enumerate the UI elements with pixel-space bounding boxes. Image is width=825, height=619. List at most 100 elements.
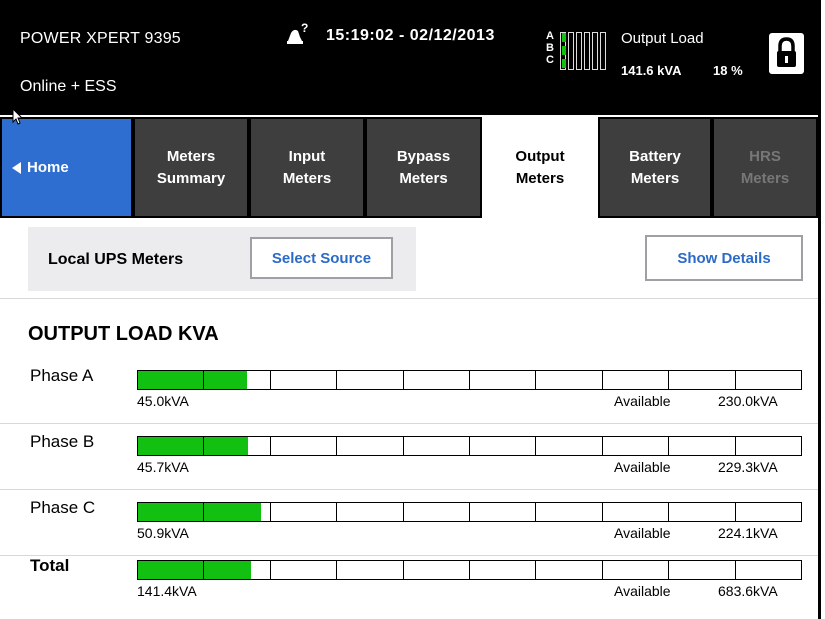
phase-letter-a: A [546,30,554,42]
operating-mode: Online + ESS [20,78,117,95]
mouse-pointer-icon [12,108,24,125]
load-bar-segment [337,503,404,521]
load-value: 141.4kVA [137,583,197,599]
available-label: Available [614,583,671,599]
output-load-percent: 18 % [713,63,743,78]
phase-letter-b: B [546,42,554,54]
tab-battery-meters-label: Battery Meters [629,147,681,187]
mini-bar-5 [592,32,598,70]
load-bar [137,560,802,580]
tab-meters-summary[interactable]: Meters Summary [133,117,249,218]
load-bar-segment [536,503,603,521]
load-bar-segment [603,503,670,521]
lock-icon [777,37,796,67]
meter-row-phase-a: Phase A 45.0kVA Available 230.0kVA [0,358,818,424]
load-bar-segment [669,371,736,389]
tab-home-label: Home [27,158,69,176]
divider [0,298,818,299]
load-bar-segment [404,503,471,521]
available-value: 230.0kVA [718,393,778,409]
output-load-kva: 141.6 kVA [621,63,682,78]
available-value: 683.6kVA [718,583,778,599]
load-bar-segment [271,371,338,389]
datetime: 15:19:02 - 02/12/2013 [326,27,495,44]
select-source-button[interactable]: Select Source [250,237,393,279]
available-label: Available [614,525,671,541]
status-header: POWER XPERT 9395 Online + ESS ? 15:19:02… [0,0,818,115]
load-bar-segment [603,561,670,579]
tab-input-meters-label: Input Meters [282,147,332,187]
load-bar-segment [138,371,205,389]
load-bar-segment [669,503,736,521]
load-bar-segment [736,371,801,389]
load-bar-segment [337,371,404,389]
meter-row-phase-c: Phase C 50.9kVA Available 224.1kVA [0,490,818,556]
meter-row-label: Phase A [30,366,94,385]
load-bar [137,502,802,522]
load-bar-segment [603,437,670,455]
meter-row-total: Total 141.4kVA Available 683.6kVA [0,548,818,614]
tab-hrs-meters: HRS Meters [712,117,818,218]
tab-battery-meters[interactable]: Battery Meters [598,117,712,218]
tab-meters-summary-label: Meters Summary [156,147,226,187]
section-title: OUTPUT LOAD KVA [28,323,219,345]
load-bar-segment [603,371,670,389]
load-bar-segment [204,437,271,455]
mini-bar-2 [568,32,574,70]
tab-bypass-meters[interactable]: Bypass Meters [365,117,482,218]
source-label: Local UPS Meters [48,251,184,268]
load-bar-segment [536,371,603,389]
load-bar [137,370,802,390]
load-bar-segment [337,561,404,579]
load-bar-segment [138,561,205,579]
load-bar-segment [138,437,205,455]
lock-button[interactable] [769,33,804,74]
load-bar-segment [470,371,537,389]
phase-letter-c: C [546,54,554,66]
tab-input-meters[interactable]: Input Meters [249,117,365,218]
tab-home[interactable]: Home [0,117,133,218]
available-label: Available [614,459,671,475]
mini-bar-6 [600,32,606,70]
available-value: 229.3kVA [718,459,778,475]
load-bar-segment [204,561,271,579]
tab-bar: Home Meters Summary Input Meters Bypass … [0,115,818,218]
load-bar-segment [736,561,801,579]
load-bar-segment [271,503,338,521]
phase-letters: A B C [540,30,554,66]
tab-output-meters-label: Output Meters [515,147,565,187]
available-label: Available [614,393,671,409]
tab-output-meters[interactable]: Output Meters [482,117,598,218]
available-value: 224.1kVA [718,525,778,541]
mini-bar-4 [584,32,590,70]
meter-row-label: Phase B [30,432,95,451]
load-bar-segment [404,437,471,455]
load-bar-segment [536,437,603,455]
device-name: POWER XPERT 9395 [20,30,181,47]
load-bar-segment [470,503,537,521]
load-bar-segment [536,561,603,579]
load-bar-segment [271,437,338,455]
load-bar-segment [204,503,271,521]
load-bar-segment [669,561,736,579]
load-bar-segment [736,437,801,455]
load-bar-segment [138,503,205,521]
mini-bar-1 [560,32,566,70]
load-bar-segment [470,561,537,579]
load-value: 45.7kVA [137,459,189,475]
show-details-button[interactable]: Show Details [645,235,803,281]
alarm-bell-icon[interactable]: ? [286,21,308,45]
load-bar-segment [204,371,271,389]
meter-row-phase-b: Phase B 45.7kVA Available 229.3kVA [0,424,818,490]
meter-row-label: Phase C [30,498,96,517]
output-load-mini-bars [560,32,608,70]
load-bar-segment [337,437,404,455]
load-bar-segment [470,437,537,455]
source-bar: Local UPS Meters Select Source [28,227,416,291]
meter-row-label: Total [30,556,70,575]
left-triangle-icon [12,161,21,174]
load-bar-segment [404,561,471,579]
load-bar [137,436,802,456]
load-bar-segment [736,503,801,521]
tab-bypass-meters-label: Bypass Meters [396,147,451,187]
